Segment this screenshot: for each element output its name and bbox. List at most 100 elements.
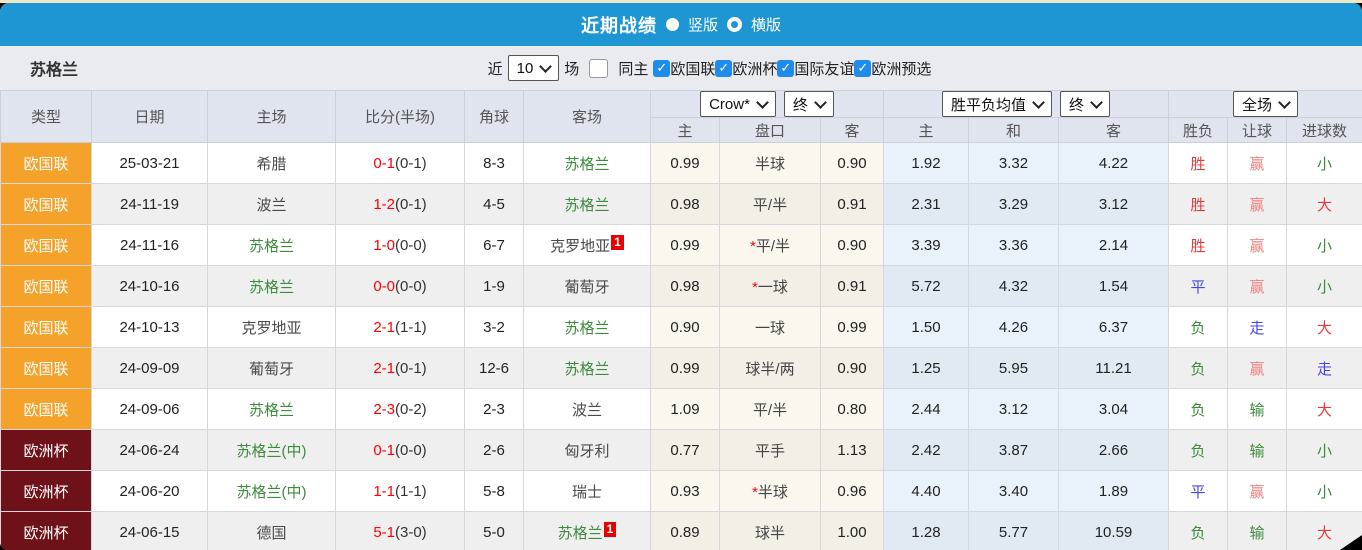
avg-home: 4.40 bbox=[884, 471, 969, 512]
avg-type-select[interactable]: 胜平负均值 bbox=[942, 91, 1052, 117]
result-goals: 小 bbox=[1287, 430, 1362, 471]
scope-value: 全场 bbox=[1242, 94, 1272, 115]
away-team: 克罗地亚1 bbox=[524, 225, 651, 266]
avg-away: 11.21 bbox=[1059, 348, 1169, 389]
odds-home: 0.77 bbox=[651, 430, 720, 471]
home-team: 葡萄牙 bbox=[208, 348, 336, 389]
chevron-down-icon bbox=[1032, 96, 1045, 109]
avg-draw: 3.87 bbox=[969, 430, 1059, 471]
result-wdl: 负 bbox=[1169, 389, 1228, 430]
result-handicap: 赢 bbox=[1228, 471, 1287, 512]
radio-vertical-label[interactable]: 竖版 bbox=[688, 14, 718, 35]
league-label[interactable]: 国际友谊 bbox=[794, 58, 854, 79]
radio-horizontal-label[interactable]: 横版 bbox=[751, 14, 781, 35]
home-team: 波兰 bbox=[208, 184, 336, 225]
same-home-checkbox[interactable] bbox=[589, 59, 608, 78]
league-checkbox[interactable] bbox=[777, 60, 794, 77]
col-header-ah-result: 让球 bbox=[1228, 118, 1287, 143]
score: 0-0(0-0) bbox=[336, 266, 465, 307]
result-goals: 小 bbox=[1287, 266, 1362, 307]
col-header-goals-result: 进球数 bbox=[1287, 118, 1362, 143]
avg-home: 3.39 bbox=[884, 225, 969, 266]
result-wdl: 负 bbox=[1169, 430, 1228, 471]
score: 5-1(3-0) bbox=[336, 512, 465, 550]
avg-draw: 3.32 bbox=[969, 143, 1059, 184]
avg-away: 2.66 bbox=[1059, 430, 1169, 471]
team-label: 克罗地亚 bbox=[241, 320, 301, 337]
handicap: 平手 bbox=[720, 430, 821, 471]
radio-horizontal-layout[interactable] bbox=[727, 17, 742, 32]
col-header-wdl: 胜负 bbox=[1169, 118, 1228, 143]
avg-away: 10.59 bbox=[1059, 512, 1169, 550]
avg-draw: 3.12 bbox=[969, 389, 1059, 430]
page-title: 近期战绩 bbox=[581, 12, 657, 38]
result-goals: 走 bbox=[1287, 348, 1362, 389]
odds-time-select[interactable]: 终 bbox=[784, 91, 834, 117]
odds-away: 0.80 bbox=[821, 389, 884, 430]
home-team: 克罗地亚 bbox=[208, 307, 336, 348]
handicap: *一球 bbox=[720, 266, 821, 307]
corners: 2-6 bbox=[465, 430, 524, 471]
home-team: 希腊 bbox=[208, 143, 336, 184]
odds-home: 0.99 bbox=[651, 143, 720, 184]
table-row: 欧洲杯24-06-15德国5-1(3-0)5-0苏格兰10.89球半1.001.… bbox=[1, 512, 1362, 550]
score: 2-3(0-2) bbox=[336, 389, 465, 430]
avg-group-header: 胜平负均值 终 bbox=[884, 91, 1169, 118]
league-label[interactable]: 欧洲杯 bbox=[732, 58, 777, 79]
chevron-down-icon bbox=[539, 60, 552, 73]
away-team: 匈牙利 bbox=[524, 430, 651, 471]
avg-away: 4.22 bbox=[1059, 143, 1169, 184]
result-handicap: 输 bbox=[1228, 512, 1287, 550]
home-team: 德国 bbox=[208, 512, 336, 550]
handicap: *平/半 bbox=[720, 225, 821, 266]
league-checkbox[interactable] bbox=[715, 60, 732, 77]
games-count-select[interactable]: 10 bbox=[508, 55, 560, 81]
league-label[interactable]: 欧洲预选 bbox=[871, 58, 931, 79]
league-filter: 国际友谊 bbox=[777, 58, 854, 79]
avg-draw: 4.32 bbox=[969, 266, 1059, 307]
col-header-avg-away: 客 bbox=[1059, 118, 1169, 143]
team-label: 苏格兰 bbox=[249, 238, 294, 255]
col-header-score: 比分(半场) bbox=[336, 91, 465, 143]
result-goals: 大 bbox=[1287, 184, 1362, 225]
radio-vertical-layout[interactable] bbox=[666, 18, 679, 31]
avg-home: 1.25 bbox=[884, 348, 969, 389]
team-label: 葡萄牙 bbox=[249, 361, 294, 378]
table-row: 欧国联24-11-16苏格兰1-0(0-0)6-7克罗地亚10.99*平/半0.… bbox=[1, 225, 1362, 266]
home-team: 苏格兰 bbox=[208, 225, 336, 266]
home-team: 苏格兰 bbox=[208, 389, 336, 430]
result-handicap: 赢 bbox=[1228, 266, 1287, 307]
league-checkbox[interactable] bbox=[854, 60, 871, 77]
team-label: 匈牙利 bbox=[564, 443, 609, 460]
same-home-label[interactable]: 同主 bbox=[618, 58, 648, 79]
table-row: 欧洲杯24-06-20苏格兰(中)1-1(1-1)5-8瑞士0.93*半球0.9… bbox=[1, 471, 1362, 512]
league-label[interactable]: 欧国联 bbox=[670, 58, 715, 79]
team-label: 苏格兰 bbox=[249, 402, 294, 419]
match-date: 24-11-19 bbox=[92, 184, 208, 225]
filter-bar: 苏格兰 近 10 场 同主 欧国联欧洲杯国际友谊欧洲预选 bbox=[0, 46, 1362, 90]
handicap: 一球 bbox=[720, 307, 821, 348]
table-row: 欧国联24-10-13克罗地亚2-1(1-1)3-2苏格兰0.90一球0.991… bbox=[1, 307, 1362, 348]
team-label: 希腊 bbox=[256, 156, 286, 173]
league-checkbox[interactable] bbox=[653, 60, 670, 77]
team-label: 克罗地亚 bbox=[550, 238, 610, 255]
team-label: 苏格兰 bbox=[564, 320, 609, 337]
scope-select[interactable]: 全场 bbox=[1233, 91, 1298, 117]
avg-time-select[interactable]: 终 bbox=[1060, 91, 1110, 117]
result-handicap: 输 bbox=[1228, 430, 1287, 471]
odds-away: 1.00 bbox=[821, 512, 884, 550]
league-filter: 欧洲杯 bbox=[715, 58, 777, 79]
score: 2-1(0-1) bbox=[336, 348, 465, 389]
col-header-corners: 角球 bbox=[465, 91, 524, 143]
result-wdl: 平 bbox=[1169, 266, 1228, 307]
match-date: 24-10-13 bbox=[92, 307, 208, 348]
result-goals: 小 bbox=[1287, 471, 1362, 512]
score: 1-1(1-1) bbox=[336, 471, 465, 512]
avg-away: 3.12 bbox=[1059, 184, 1169, 225]
odds-home: 1.09 bbox=[651, 389, 720, 430]
odds-company-select[interactable]: Crow* bbox=[700, 91, 776, 117]
result-wdl: 胜 bbox=[1169, 225, 1228, 266]
result-handicap: 走 bbox=[1228, 307, 1287, 348]
result-wdl: 负 bbox=[1169, 512, 1228, 550]
chevron-down-icon bbox=[814, 96, 827, 109]
